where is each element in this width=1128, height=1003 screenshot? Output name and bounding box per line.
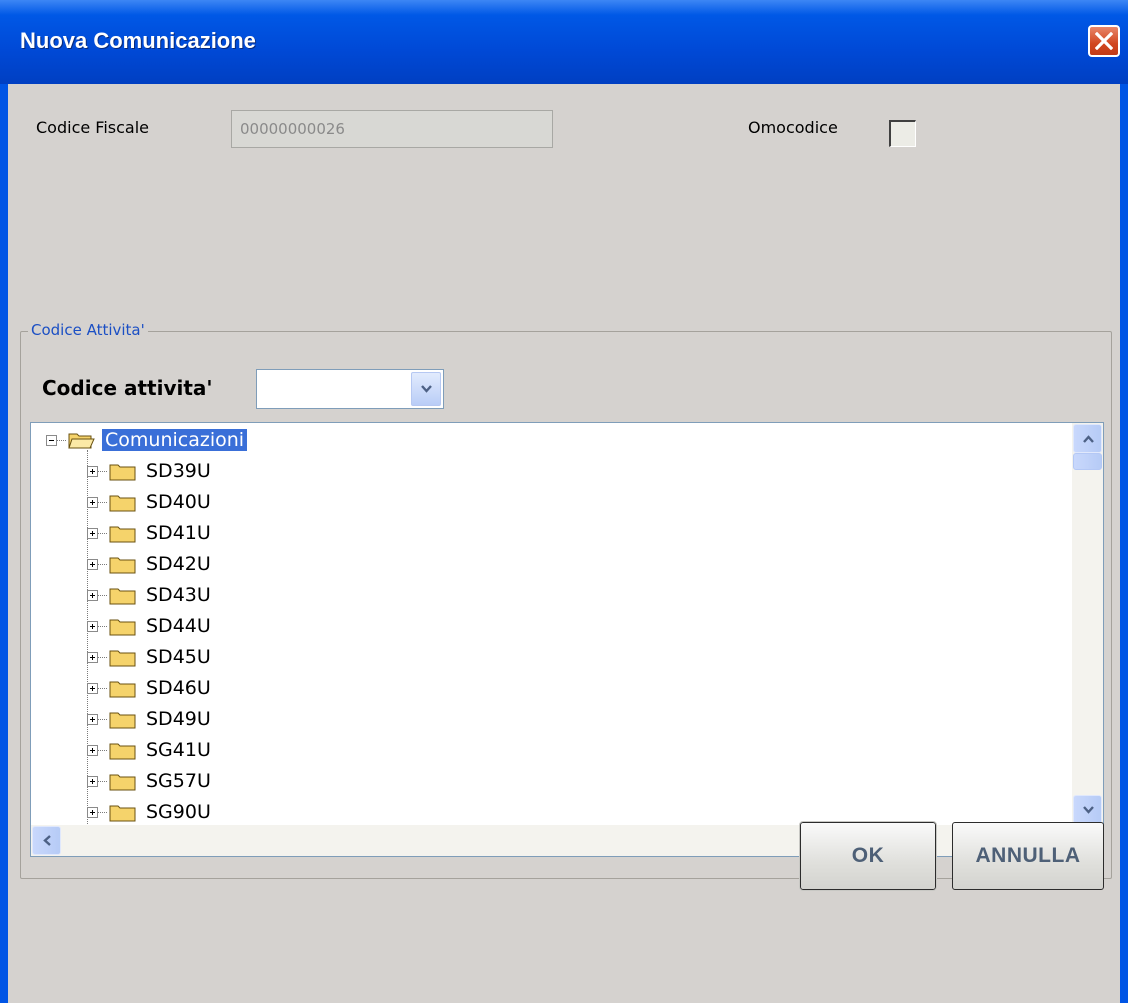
chevron-up-icon [1083, 435, 1094, 443]
tree-connector [98, 470, 107, 472]
expand-toggle-icon[interactable] [87, 558, 98, 570]
scroll-left-button[interactable] [32, 826, 61, 855]
tree-connector [98, 749, 107, 751]
tree-node[interactable]: SG57U [87, 766, 214, 796]
tree-node-label: SD42U [146, 553, 211, 575]
folder-icon [109, 619, 136, 636]
scroll-up-button[interactable] [1073, 424, 1102, 453]
tree-node-label: SD44U [146, 615, 211, 637]
tree-node[interactable]: SD41U [87, 518, 214, 548]
annulla-button[interactable]: ANNULLA [952, 822, 1104, 890]
expand-toggle-icon[interactable] [87, 682, 98, 694]
tree-connector [98, 563, 107, 565]
expand-toggle-icon[interactable] [87, 527, 98, 539]
expand-toggle-icon[interactable] [87, 775, 98, 787]
tree-viewport: Comunicazioni SD39U SD40U SD41U SD42U SD… [31, 423, 1072, 825]
tree-node-root[interactable]: Comunicazioni [46, 425, 248, 455]
collapse-toggle-icon[interactable] [46, 434, 57, 446]
tree-connector [57, 439, 66, 441]
folder-icon [109, 774, 136, 791]
close-icon [1095, 32, 1113, 50]
chevron-left-icon [43, 835, 51, 846]
codice-fiscale-label: Codice Fiscale [36, 118, 149, 137]
vertical-scroll-thumb[interactable] [1073, 453, 1102, 470]
codice-attivita-combo[interactable] [256, 369, 444, 409]
tree-node-label: Comunicazioni [102, 429, 248, 451]
tree-node[interactable]: SD45U [87, 642, 214, 672]
codice-fiscale-input[interactable]: 00000000026 [231, 110, 553, 148]
omocodice-label: Omocodice [748, 118, 838, 137]
tree-connector [98, 625, 107, 627]
folder-icon [109, 495, 136, 512]
chevron-down-icon [1083, 806, 1094, 814]
tree-node-label: SD46U [146, 677, 211, 699]
expand-toggle-icon[interactable] [87, 744, 98, 756]
tree-connector [98, 501, 107, 503]
tree-node-label: SD43U [146, 584, 211, 606]
tree-connector [98, 718, 107, 720]
tree-node[interactable]: SD43U [87, 580, 214, 610]
folder-icon [109, 588, 136, 605]
window-right-border [1120, 84, 1128, 1003]
tree-node[interactable]: SD42U [87, 549, 214, 579]
expand-toggle-icon[interactable] [87, 620, 98, 632]
tree-node-label: SG57U [146, 770, 211, 792]
tree-node-label: SD45U [146, 646, 211, 668]
tree-node[interactable]: SG41U [87, 735, 214, 765]
scroll-down-button[interactable] [1073, 795, 1102, 824]
tree-node[interactable]: SD49U [87, 704, 214, 734]
expand-toggle-icon[interactable] [87, 713, 98, 725]
folder-icon [109, 743, 136, 760]
tree-node-label: SD40U [146, 491, 211, 513]
title-bar[interactable]: Nuova Comunicazione [0, 0, 1128, 84]
tree-node[interactable]: SD39U [87, 456, 214, 486]
tree-connector [98, 656, 107, 658]
tree-connector [98, 811, 107, 813]
expand-toggle-icon[interactable] [87, 465, 98, 477]
folder-icon [109, 526, 136, 543]
ok-button[interactable]: OK [799, 821, 937, 891]
tree-node-label: SD39U [146, 460, 211, 482]
tree-node[interactable]: SD44U [87, 611, 214, 641]
tree-connector [98, 532, 107, 534]
tree-node-label: SD49U [146, 708, 211, 730]
chevron-down-icon [421, 385, 432, 393]
tree-node[interactable]: SG90U [87, 797, 214, 825]
folder-icon [109, 805, 136, 822]
folder-icon [109, 681, 136, 698]
codice-attivita-legend: Codice Attivita' [28, 321, 148, 339]
tree-connector [98, 594, 107, 596]
folder-icon [109, 464, 136, 481]
expand-toggle-icon[interactable] [87, 651, 98, 663]
combo-dropdown-button[interactable] [411, 372, 441, 406]
expand-toggle-icon[interactable] [87, 589, 98, 601]
omocodice-checkbox[interactable] [889, 120, 916, 147]
window-left-border [0, 84, 8, 1003]
tree-node[interactable]: SD46U [87, 673, 214, 703]
window-title: Nuova Comunicazione [20, 28, 256, 53]
comunicazioni-tree[interactable]: Comunicazioni SD39U SD40U SD41U SD42U SD… [30, 422, 1104, 857]
tree-connector [98, 687, 107, 689]
folder-icon [109, 557, 136, 574]
tree-node-label: SD41U [146, 522, 211, 544]
dialog-window: Nuova Comunicazione Codice Fiscale 00000… [0, 0, 1128, 1003]
vertical-scrollbar[interactable] [1072, 423, 1103, 825]
codice-attivita-label: Codice attivita' [42, 376, 213, 400]
close-button[interactable] [1088, 25, 1120, 57]
tree-connector [98, 780, 107, 782]
folder-open-icon [68, 433, 95, 449]
tree-node[interactable]: SD40U [87, 487, 214, 517]
expand-toggle-icon[interactable] [87, 496, 98, 508]
folder-icon [109, 650, 136, 667]
expand-toggle-icon[interactable] [87, 806, 98, 818]
folder-icon [109, 712, 136, 729]
tree-node-label: SG41U [146, 739, 211, 761]
dialog-body: Codice Fiscale 00000000026 Omocodice Cod… [8, 84, 1120, 1003]
tree-node-label: SG90U [146, 801, 211, 823]
